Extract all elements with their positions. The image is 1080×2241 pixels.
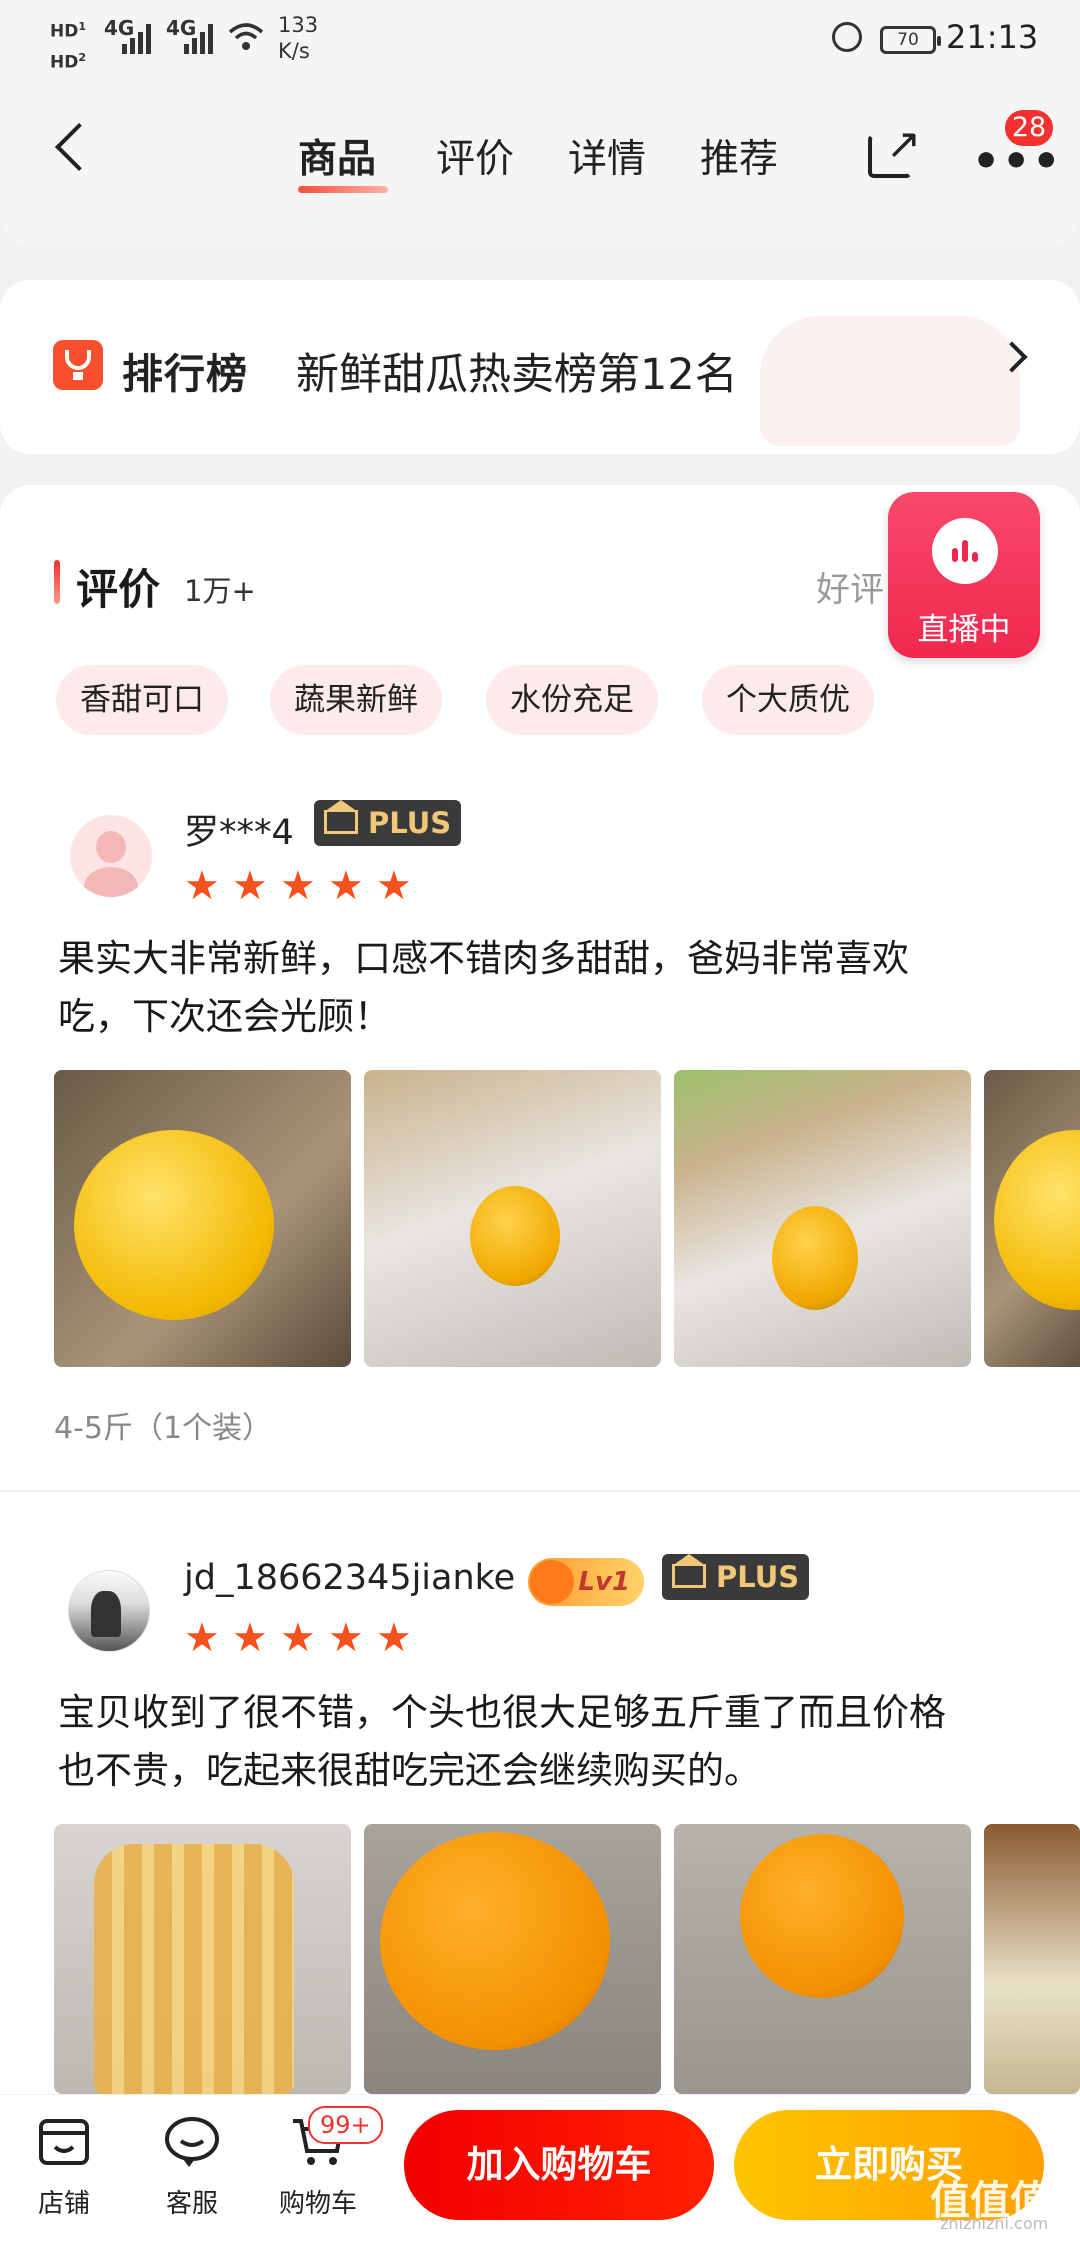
review-photo[interactable] xyxy=(984,1070,1080,1367)
star-icon: ★ xyxy=(280,863,316,909)
signal-icon xyxy=(122,20,158,54)
service-label: 客服 xyxy=(165,2189,218,2219)
plus-member-badge: PLUS xyxy=(314,800,462,846)
active-tab-indicator xyxy=(298,186,388,193)
review-tag[interactable]: 香甜可口 xyxy=(56,665,228,735)
rating-stars: ★ ★ ★ ★ ★ xyxy=(184,1618,424,1658)
review-tag[interactable]: 个大质优 xyxy=(702,665,874,735)
network-speed: 133 K/s xyxy=(278,13,319,63)
star-icon: ★ xyxy=(184,863,220,909)
trophy-icon xyxy=(53,340,103,390)
rating-stars: ★ ★ ★ ★ ★ xyxy=(184,866,424,906)
divider xyxy=(0,1490,1080,1492)
message-count-badge: 28 xyxy=(1005,110,1053,146)
reviewer-name: jd_18662345jianke xyxy=(184,1558,516,1598)
share-arrow-icon: ↗ xyxy=(886,119,922,168)
star-icon: ★ xyxy=(376,1615,412,1661)
star-icon: ★ xyxy=(376,863,412,909)
crown-icon xyxy=(672,1554,706,1588)
review-photo[interactable] xyxy=(54,1070,351,1367)
reviews-count: 1万+ xyxy=(184,574,256,608)
wifi-icon xyxy=(228,22,264,52)
customer-service-button[interactable]: 客服 xyxy=(142,2115,242,2220)
shop-button[interactable]: 店铺 xyxy=(14,2115,114,2220)
good-rate-label[interactable]: 好评 xyxy=(816,562,884,611)
review-photo[interactable] xyxy=(674,1070,971,1367)
ranking-brand: 排行榜 xyxy=(122,350,248,398)
back-icon[interactable] xyxy=(54,122,104,172)
star-icon: ★ xyxy=(328,863,364,909)
top-nav: 商品 评价 详情 推荐 ↗ ••• 28 xyxy=(0,82,1080,247)
clock: 21:13 xyxy=(946,18,1039,56)
chat-icon xyxy=(163,2115,221,2169)
tab-details[interactable]: 详情 xyxy=(568,128,646,184)
shop-label: 店铺 xyxy=(37,2189,90,2219)
reviewer-name: 罗***4 xyxy=(184,813,294,853)
review-tag[interactable]: 蔬果新鲜 xyxy=(270,665,442,735)
crown-icon xyxy=(324,800,358,834)
section-marker xyxy=(54,560,60,604)
review-photo[interactable] xyxy=(364,1824,661,2094)
star-icon: ★ xyxy=(232,1615,268,1661)
star-icon: ★ xyxy=(184,1615,220,1661)
star-icon: ★ xyxy=(280,1615,316,1661)
battery-icon: 70 xyxy=(880,26,941,54)
add-to-cart-button[interactable]: 加入购物车 xyxy=(404,2110,714,2220)
live-icon xyxy=(932,518,998,584)
tab-recommend[interactable]: 推荐 xyxy=(700,128,778,184)
review-text: 果实大非常新鲜，口感不错肉多甜甜，爸妈非常喜欢 吃，下次还会光顾！ xyxy=(58,937,909,1038)
live-stream-button[interactable]: 直播中 xyxy=(888,492,1040,658)
hd-indicator: HD1 HD2 xyxy=(50,20,86,73)
alarm-icon xyxy=(832,22,862,52)
review-photo[interactable] xyxy=(364,1070,661,1367)
signal-icon xyxy=(184,20,220,54)
tab-product[interactable]: 商品 xyxy=(298,128,376,184)
cart-label: 购物车 xyxy=(278,2189,357,2219)
star-icon: ★ xyxy=(232,863,268,909)
ranking-decoration xyxy=(760,316,1020,446)
star-icon: ★ xyxy=(328,1615,364,1661)
avatar xyxy=(70,815,152,897)
plus-member-badge: PLUS xyxy=(662,1554,810,1600)
cart-count-badge: 99+ xyxy=(308,2106,383,2144)
reviews-title: 评价 xyxy=(76,565,161,614)
watermark-site: zhizhizhi.com xyxy=(940,2214,1049,2233)
review-photo[interactable] xyxy=(984,1824,1080,2094)
tab-reviews[interactable]: 评价 xyxy=(436,128,514,184)
review-photo[interactable] xyxy=(674,1824,971,2094)
product-spec: 4-5斤（1个装） xyxy=(54,1411,273,1446)
ranking-text: 新鲜甜瓜热卖榜第12名 xyxy=(296,350,738,400)
store-icon xyxy=(35,2115,93,2169)
review-photo[interactable] xyxy=(54,1824,351,2094)
avatar xyxy=(68,1570,150,1652)
user-level-badge: Lv1 xyxy=(528,1558,644,1606)
live-label: 直播中 xyxy=(917,612,1011,648)
ranking-banner[interactable]: 排行榜 新鲜甜瓜热卖榜第12名 xyxy=(0,280,1080,454)
review-tag[interactable]: 水份充足 xyxy=(486,665,658,735)
review-text: 宝贝收到了很不错，个头也很大足够五斤重了而且价格 也不贵，吃起来很甜吃完还会继续… xyxy=(58,1691,946,1792)
status-bar: HD1 HD2 4G 4G 133 K/s 70 21:13 xyxy=(0,0,1080,82)
